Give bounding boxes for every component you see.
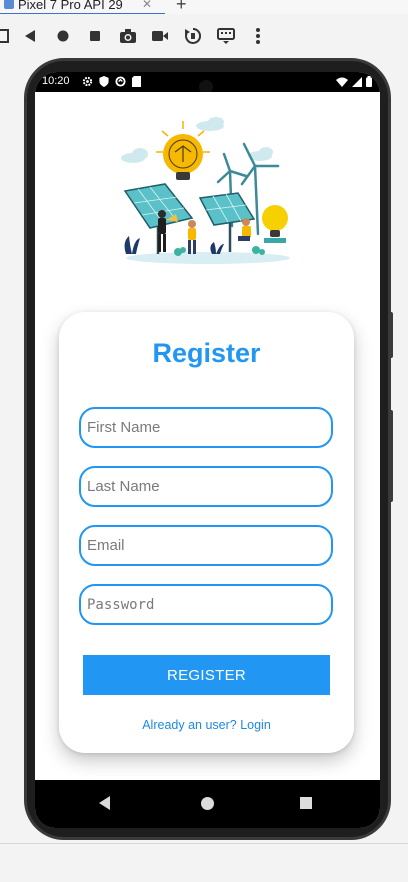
status-time: 10:20 bbox=[42, 75, 70, 87]
register-button[interactable]: REGISTER bbox=[83, 655, 330, 695]
emulator-tab[interactable]: Pixel 7 Pro API 29 ✕ bbox=[0, 0, 165, 14]
solar-energy-illustration bbox=[121, 117, 290, 264]
first-name-placeholder: First Name bbox=[87, 419, 161, 436]
battery-icon bbox=[366, 76, 372, 87]
login-link[interactable]: Already an user? Login bbox=[59, 718, 354, 732]
data-saver-icon bbox=[115, 76, 126, 87]
page-title: Register bbox=[152, 338, 261, 368]
status-bar: 10:20 bbox=[35, 72, 380, 96]
register-card: Register First Name Last Name Email Pass… bbox=[59, 312, 354, 753]
device-frame-icon[interactable] bbox=[0, 26, 12, 46]
first-name-field[interactable]: First Name bbox=[79, 407, 333, 448]
wifi-icon bbox=[336, 77, 348, 87]
nav-home-icon[interactable] bbox=[201, 797, 214, 810]
nav-back-icon[interactable] bbox=[99, 796, 110, 810]
sd-card-icon bbox=[132, 76, 141, 87]
home-icon[interactable] bbox=[53, 26, 73, 46]
signal-icon bbox=[352, 76, 362, 87]
emulator-toolbar bbox=[0, 17, 408, 55]
nav-recents-icon[interactable] bbox=[300, 797, 312, 809]
email-field[interactable]: Email bbox=[79, 525, 333, 566]
register-screen: Register First Name Last Name Email Pass… bbox=[35, 92, 380, 780]
password-placeholder: Password bbox=[87, 596, 155, 613]
keyboard-icon[interactable] bbox=[216, 26, 236, 46]
overview-icon[interactable] bbox=[85, 26, 105, 46]
video-icon[interactable] bbox=[150, 26, 170, 46]
power-button[interactable] bbox=[388, 312, 393, 358]
camera-icon[interactable] bbox=[118, 26, 138, 46]
more-icon[interactable] bbox=[248, 26, 268, 46]
rotate-icon[interactable] bbox=[183, 26, 203, 46]
close-tab-icon[interactable]: ✕ bbox=[142, 0, 152, 11]
volume-button[interactable] bbox=[388, 410, 393, 502]
device-icon bbox=[4, 0, 14, 9]
emulator-tab-bar: Pixel 7 Pro API 29 ✕ + bbox=[0, 0, 408, 14]
email-placeholder: Email bbox=[87, 537, 125, 554]
back-icon[interactable] bbox=[20, 26, 40, 46]
shield-icon bbox=[99, 76, 109, 87]
tab-selected-indicator bbox=[0, 13, 165, 14]
phone-screen: 10:20 Register First Name Last Name Emai… bbox=[35, 72, 380, 828]
last-name-placeholder: Last Name bbox=[87, 478, 160, 495]
emulator-tab-title: Pixel 7 Pro API 29 bbox=[18, 0, 123, 12]
password-field[interactable]: Password bbox=[79, 584, 333, 625]
new-tab-icon[interactable]: + bbox=[176, 0, 187, 14]
emulator-bottom-divider bbox=[0, 843, 408, 844]
navigation-bar bbox=[35, 780, 380, 828]
last-name-field[interactable]: Last Name bbox=[79, 466, 333, 507]
settings-icon bbox=[82, 76, 93, 87]
